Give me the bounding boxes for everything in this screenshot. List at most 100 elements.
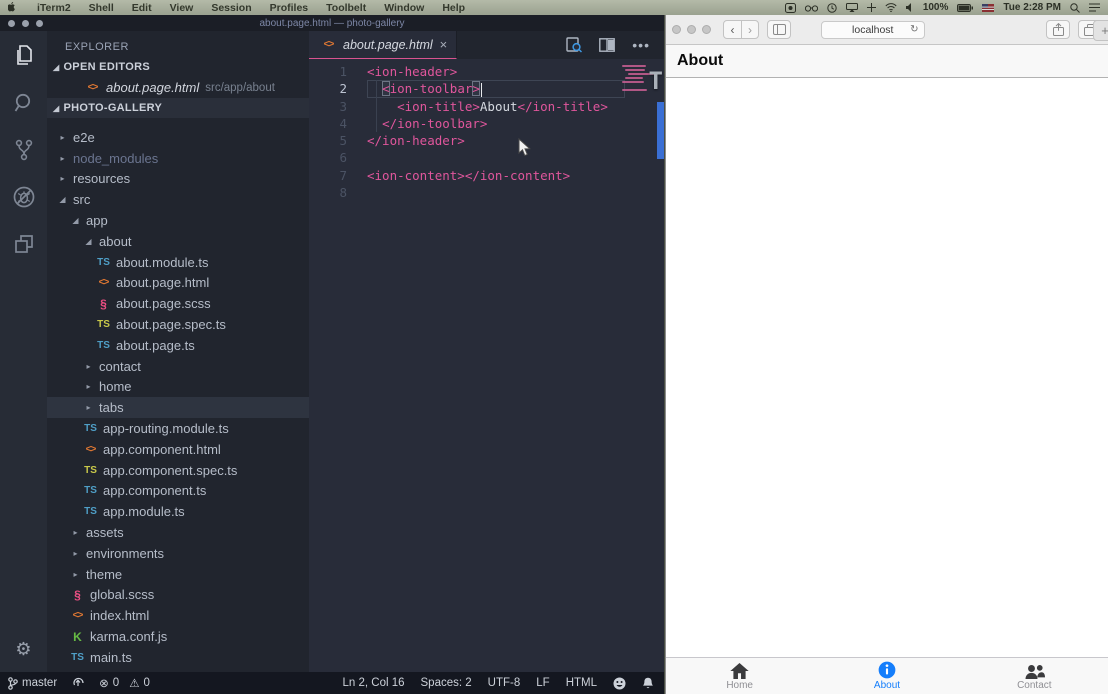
file-about.page.ts[interactable]: TSabout.page.ts <box>47 335 309 356</box>
close-tab-icon[interactable]: × <box>440 37 448 52</box>
scss-file-icon: § <box>96 297 111 311</box>
menu-profiles[interactable]: Profiles <box>261 2 318 14</box>
file-about.page.scss[interactable]: §about.page.scss <box>47 293 309 314</box>
volume-icon[interactable] <box>906 3 914 12</box>
airplay-icon[interactable] <box>846 3 858 12</box>
menu-edit[interactable]: Edit <box>123 2 161 14</box>
screen-record-icon[interactable] <box>785 3 796 13</box>
close-window-button[interactable] <box>672 25 681 34</box>
split-editor-icon[interactable] <box>599 38 615 52</box>
glasses-icon[interactable] <box>805 4 818 12</box>
file-app.module.ts[interactable]: TSapp.module.ts <box>47 501 309 522</box>
cursor-position[interactable]: Ln 2, Col 16 <box>343 677 405 689</box>
menu-app-name[interactable]: iTerm2 <box>28 2 80 14</box>
file-app-routing.module.ts[interactable]: TSapp-routing.module.ts <box>47 418 309 439</box>
code-token: </ion-title> <box>518 99 608 114</box>
minimap[interactable] <box>622 65 650 93</box>
menu-help[interactable]: Help <box>433 2 474 14</box>
menu-session[interactable]: Session <box>202 2 260 14</box>
extensions-icon[interactable] <box>12 232 36 256</box>
settings-gear-icon[interactable]: ⚙ <box>0 639 47 660</box>
notification-center-icon[interactable] <box>1089 3 1100 12</box>
code-line-1[interactable]: 1<ion-header> <box>309 63 664 80</box>
code-line-2[interactable]: 2 <ion-toolbar> <box>309 80 664 97</box>
time-machine-icon[interactable] <box>827 3 837 13</box>
vscode-title-bar[interactable]: about.page.html — photo-gallery <box>0 15 664 31</box>
folder-contact[interactable]: ▸contact <box>47 356 309 377</box>
zoom-window-button[interactable] <box>702 25 711 34</box>
file-about.page.html[interactable]: <>about.page.html <box>47 273 309 294</box>
spotlight-icon[interactable] <box>1070 3 1080 13</box>
tab-about-page-html[interactable]: <> about.page.html × <box>309 31 457 59</box>
file-about.page.spec.ts[interactable]: TSabout.page.spec.ts <box>47 314 309 335</box>
debug-icon[interactable] <box>12 185 36 209</box>
feedback-smiley-icon[interactable] <box>613 677 626 690</box>
eol-setting[interactable]: LF <box>536 677 549 689</box>
folder-app[interactable]: ◢app <box>47 210 309 231</box>
code-line-5[interactable]: 5</ion-header> <box>309 132 664 149</box>
folder-src[interactable]: ◢src <box>47 189 309 210</box>
code-line-4[interactable]: 4 </ion-toolbar> <box>309 115 664 132</box>
tab-home[interactable]: Home <box>666 658 813 694</box>
reload-icon[interactable]: ↻ <box>910 24 918 35</box>
code-line-6[interactable]: 6 <box>309 149 664 166</box>
source-control-icon[interactable] <box>12 138 36 162</box>
file-global.scss[interactable]: §global.scss <box>47 585 309 606</box>
project-header[interactable]: ◢ PHOTO-GALLERY <box>47 98 309 118</box>
folder-resources[interactable]: ▸resources <box>47 169 309 190</box>
code-line-7[interactable]: 7<ion-content></ion-content> <box>309 167 664 184</box>
menu-shell[interactable]: Shell <box>80 2 123 14</box>
sync-button[interactable] <box>71 677 85 689</box>
file-app.component.html[interactable]: <>app.component.html <box>47 439 309 460</box>
folder-e2e[interactable]: ▸e2e <box>47 127 309 148</box>
folder-node_modules[interactable]: ▸node_modules <box>47 148 309 169</box>
indentation-setting[interactable]: Spaces: 2 <box>421 677 472 689</box>
flag-icon[interactable] <box>982 4 994 12</box>
language-mode[interactable]: HTML <box>566 677 597 689</box>
folder-tabs[interactable]: ▸tabs <box>47 397 309 418</box>
open-preview-icon[interactable] <box>566 37 582 53</box>
menu-toolbelt[interactable]: Toolbelt <box>317 2 375 14</box>
open-editors-header[interactable]: ◢ OPEN EDITORS <box>47 57 309 77</box>
wifi-icon[interactable] <box>885 3 897 12</box>
tab-about[interactable]: About <box>813 658 960 694</box>
folder-environments[interactable]: ▸environments <box>47 543 309 564</box>
code-line-8[interactable]: 8 <box>309 184 664 201</box>
file-app.component.spec.ts[interactable]: TSapp.component.spec.ts <box>47 460 309 481</box>
back-button[interactable]: ‹ <box>724 21 741 38</box>
folder-theme[interactable]: ▸theme <box>47 564 309 585</box>
search-icon[interactable] <box>12 91 36 115</box>
code-line-3[interactable]: 3 <ion-title>About</ion-title> <box>309 98 664 115</box>
file-main.ts[interactable]: TSmain.ts <box>47 647 309 668</box>
sidebar-toggle-button[interactable] <box>767 20 791 39</box>
notifications-bell-icon[interactable] <box>642 677 654 690</box>
open-editor-item[interactable]: <> about.page.html src/app/about <box>47 77 309 98</box>
code-editor[interactable]: 1<ion-header>2 <ion-toolbar>3 <ion-title… <box>309 59 664 672</box>
problems-indicator[interactable]: ⊗ 0 ⚠ 0 <box>99 676 150 690</box>
file-karma.conf.js[interactable]: Kkarma.conf.js <box>47 626 309 647</box>
new-tab-button[interactable]: + <box>1093 20 1108 41</box>
forward-button[interactable]: › <box>741 21 758 38</box>
folder-about[interactable]: ◢about <box>47 231 309 252</box>
file-about.module.ts[interactable]: TSabout.module.ts <box>47 252 309 273</box>
battery-icon[interactable] <box>957 4 973 12</box>
folder-home[interactable]: ▸home <box>47 377 309 398</box>
line-number: 5 <box>309 132 347 149</box>
apple-menu-icon[interactable] <box>8 2 18 14</box>
file-app.component.ts[interactable]: TSapp.component.ts <box>47 481 309 502</box>
input-source-icon[interactable] <box>867 3 876 12</box>
encoding-setting[interactable]: UTF-8 <box>488 677 521 689</box>
menu-window[interactable]: Window <box>375 2 433 14</box>
folder-assets[interactable]: ▸assets <box>47 522 309 543</box>
explorer-icon[interactable] <box>12 44 36 68</box>
address-bar[interactable]: localhost ↻ <box>821 21 925 39</box>
menu-bar-clock[interactable]: Tue 2:28 PM <box>1003 2 1061 13</box>
share-button[interactable] <box>1046 20 1070 39</box>
more-actions-icon[interactable]: ••• <box>632 37 650 53</box>
menu-view[interactable]: View <box>161 2 203 14</box>
git-branch-indicator[interactable]: master <box>8 677 57 690</box>
file-index.html[interactable]: <>index.html <box>47 605 309 626</box>
tree-item-label: assets <box>86 525 124 540</box>
minimize-window-button[interactable] <box>687 25 696 34</box>
tab-contact[interactable]: Contact <box>961 658 1108 694</box>
